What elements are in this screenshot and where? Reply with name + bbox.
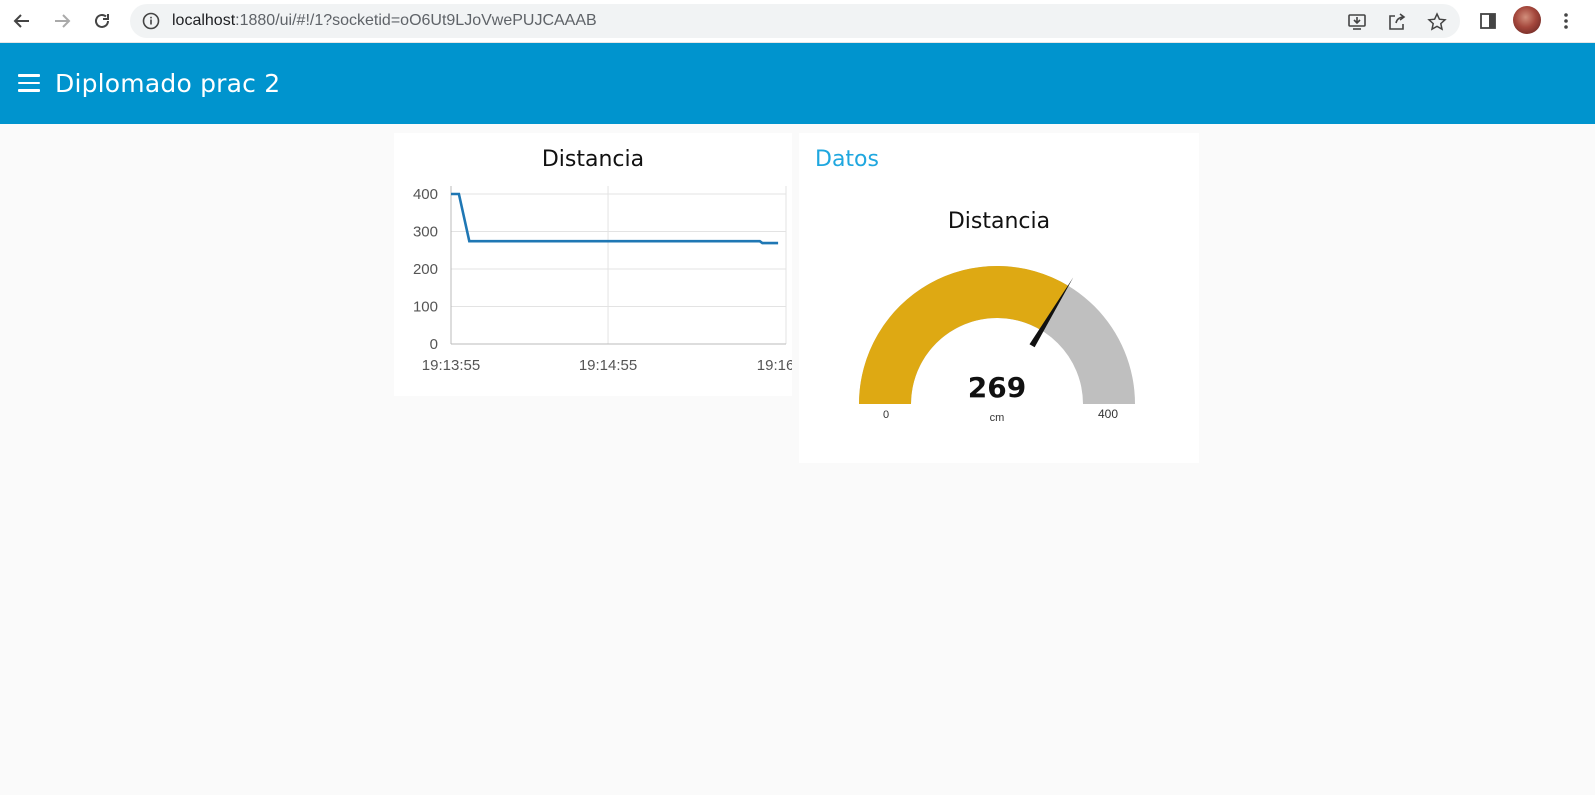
forward-arrow-icon[interactable] — [48, 7, 76, 35]
info-icon[interactable] — [142, 12, 160, 30]
url-text[interactable]: localhost:1880/ui/#!/1?socketid=oO6Ut9LJ… — [172, 12, 597, 30]
gauge-value: 269 — [968, 371, 1026, 404]
y-tick-label: 200 — [413, 261, 438, 278]
gauge-max-label: 400 — [1098, 407, 1118, 421]
y-tick-label: 0 — [430, 336, 438, 353]
menu-icon[interactable] — [16, 71, 42, 95]
gauge: 269 cm 0 400 — [859, 266, 1135, 424]
back-arrow-icon[interactable] — [8, 7, 36, 35]
line-chart: 0 100 200 300 400 19:13:55 19:14:55 19:16:03 — [413, 186, 792, 374]
series-line — [451, 192, 779, 245]
x-tick-label: 19:16:03 — [757, 357, 792, 374]
y-tick-label: 100 — [413, 299, 438, 316]
avatar[interactable] — [1513, 6, 1541, 34]
star-icon[interactable] — [1426, 11, 1448, 33]
y-tick-label: 400 — [413, 186, 438, 203]
page-title: Diplomado prac 2 — [55, 69, 281, 98]
y-tick-label: 300 — [413, 224, 438, 241]
more-vert-icon[interactable] — [1552, 7, 1580, 35]
app-toolbar: Diplomado prac 2 — [0, 43, 1595, 124]
gauge-card: Datos Distancia 269 cm 0 400 — [799, 133, 1199, 463]
url-path: :1880/ui/#!/1?socketid=oO6Ut9LJoVwePUJCA… — [235, 12, 597, 29]
address-bar[interactable]: localhost:1880/ui/#!/1?socketid=oO6Ut9LJ… — [130, 4, 1460, 38]
gauge-min-label: 0 — [883, 409, 889, 421]
x-tick-label: 19:13:55 — [422, 357, 480, 374]
share-icon[interactable] — [1386, 11, 1408, 33]
chart-card: Distancia 0 100 200 300 400 19:13:55 19:14:55 1… — [394, 133, 792, 396]
url-host: localhost — [172, 12, 236, 29]
browser-toolbar: localhost:1880/ui/#!/1?socketid=oO6Ut9LJ… — [0, 0, 1595, 43]
gauge-units: cm — [990, 412, 1005, 424]
reload-icon[interactable] — [88, 7, 116, 35]
install-icon[interactable] — [1346, 11, 1368, 33]
sidepanel-icon[interactable] — [1474, 7, 1502, 35]
x-tick-label: 19:14:55 — [579, 357, 637, 374]
